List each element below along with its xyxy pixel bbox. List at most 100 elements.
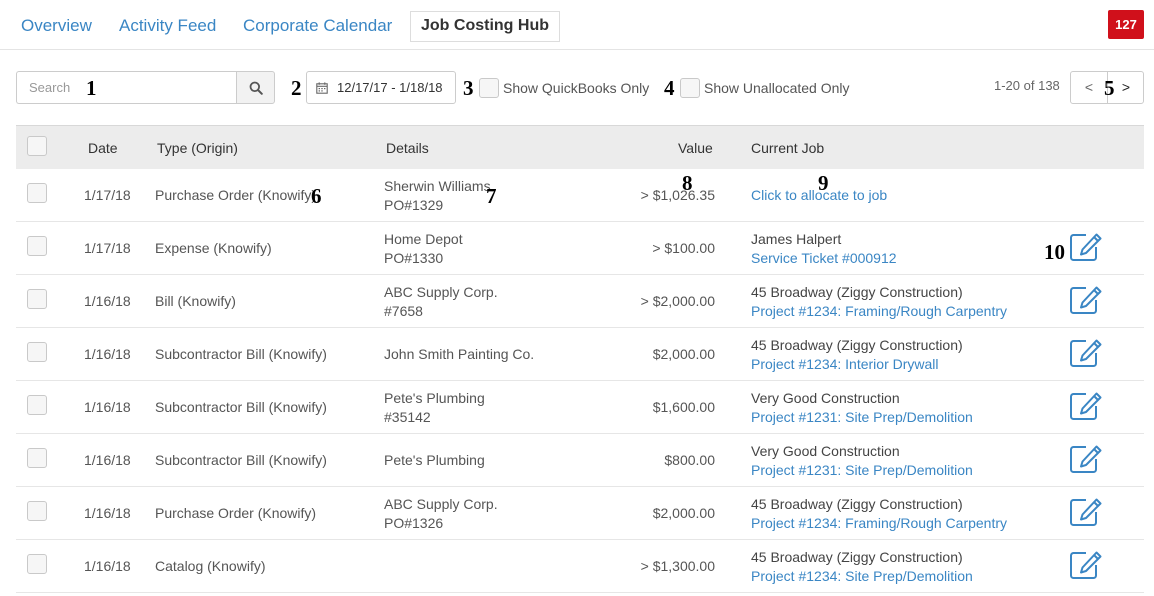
row-date: 1/17/18	[84, 240, 131, 256]
column-details[interactable]: Details	[386, 140, 429, 156]
row-details-name: Pete's Plumbing	[384, 452, 485, 468]
row-details-ref: #7658	[384, 303, 423, 319]
date-range-picker[interactable]: 12/17/17 - 1/18/18	[306, 71, 456, 104]
row-type: Subcontractor Bill (Knowify)	[155, 452, 327, 468]
row-type: Purchase Order (Knowify)	[155, 187, 317, 203]
unallocated-only-label: Show Unallocated Only	[704, 80, 850, 96]
row-details-ref: PO#1326	[384, 515, 444, 531]
marker: 9	[818, 171, 829, 195]
row-date: 1/16/18	[84, 558, 131, 574]
table-row[interactable]: 1/17/18 Expense (Knowify) Home Depot PO#133…	[16, 222, 1144, 275]
row-details-name: Pete's Plumbing	[384, 390, 485, 406]
row-value[interactable]: $2,000.00	[653, 505, 715, 521]
select-all-checkbox[interactable]	[27, 136, 47, 156]
row-type: Bill (Knowify)	[155, 293, 236, 309]
date-range-value: 12/17/17 - 1/18/18	[337, 80, 443, 95]
row-checkbox[interactable]	[27, 183, 47, 203]
row-checkbox[interactable]	[27, 501, 47, 521]
row-job-link[interactable]: Project #1234: Framing/Rough Carpentry	[751, 515, 1007, 531]
row-current-job: James Halpert	[751, 231, 842, 247]
row-value[interactable]: $800.00	[664, 452, 715, 468]
row-current-job: Very Good Construction	[751, 443, 900, 459]
row-current-job: Very Good Construction	[751, 390, 900, 406]
row-current-job: 45 Broadway (Ziggy Construction)	[751, 496, 963, 512]
row-type: Catalog (Knowify)	[155, 558, 266, 574]
quickbooks-only-checkbox[interactable]	[479, 78, 499, 98]
marker: 8	[682, 171, 693, 195]
edit-icon[interactable]	[1069, 497, 1103, 530]
column-date[interactable]: Date	[88, 140, 118, 156]
row-type: Purchase Order (Knowify)	[155, 505, 317, 521]
unallocated-only-checkbox[interactable]	[680, 78, 700, 98]
prev-page-button[interactable]: <	[1071, 72, 1107, 103]
row-value[interactable]: > $1,026.35	[641, 187, 715, 203]
row-checkbox[interactable]	[27, 554, 47, 574]
column-type[interactable]: Type (Origin)	[157, 140, 238, 156]
edit-icon[interactable]	[1069, 338, 1103, 371]
row-value[interactable]: $1,600.00	[653, 399, 715, 415]
marker: 5	[1104, 76, 1115, 100]
row-details-ref: PO#1329	[384, 197, 444, 213]
tab-activity-feed[interactable]: Activity Feed	[119, 16, 216, 36]
edit-icon[interactable]	[1069, 232, 1103, 265]
notification-badge[interactable]: 127	[1108, 10, 1144, 39]
search-icon	[249, 81, 263, 95]
quickbooks-only-label: Show QuickBooks Only	[503, 80, 650, 96]
row-value[interactable]: > $1,300.00	[641, 558, 715, 574]
row-date: 1/16/18	[84, 505, 131, 521]
row-checkbox[interactable]	[27, 342, 47, 362]
row-type: Expense (Knowify)	[155, 240, 272, 256]
row-date: 1/16/18	[84, 399, 131, 415]
row-details-name: Home Depot	[384, 231, 463, 247]
edit-icon[interactable]	[1069, 391, 1103, 424]
row-date: 1/17/18	[84, 187, 131, 203]
marker: 10	[1044, 240, 1065, 264]
search-input[interactable]	[16, 71, 236, 104]
row-checkbox[interactable]	[27, 448, 47, 468]
row-checkbox[interactable]	[27, 395, 47, 415]
row-checkbox[interactable]	[27, 236, 47, 256]
tab-corporate-calendar[interactable]: Corporate Calendar	[243, 16, 392, 36]
calendar-icon	[316, 81, 328, 94]
column-current-job[interactable]: Current Job	[751, 140, 824, 156]
marker: 6	[311, 184, 322, 208]
table-row[interactable]: 1/17/18 Purchase Order (Knowify) Sherwin W…	[16, 169, 1144, 222]
marker: 2	[291, 76, 302, 100]
row-job-link[interactable]: Service Ticket #000912	[751, 250, 897, 266]
row-details-name: ABC Supply Corp.	[384, 284, 498, 300]
row-current-job: 45 Broadway (Ziggy Construction)	[751, 337, 963, 353]
row-value[interactable]: $2,000.00	[653, 346, 715, 362]
marker: 4	[664, 76, 675, 100]
edit-icon[interactable]	[1069, 285, 1103, 318]
row-details-ref: PO#1330	[384, 250, 444, 266]
marker: 3	[463, 76, 474, 100]
row-type: Subcontractor Bill (Knowify)	[155, 346, 327, 362]
row-job-link[interactable]: Project #1234: Interior Drywall	[751, 356, 939, 372]
row-date: 1/16/18	[84, 452, 131, 468]
row-checkbox[interactable]	[27, 289, 47, 309]
edit-icon[interactable]	[1069, 444, 1103, 477]
table-row[interactable]: 1/16/18 Purchase Order (Knowify) ABC Suppl…	[16, 487, 1144, 540]
table-row[interactable]: 1/16/18 Subcontractor Bill (Knowify) Pete'…	[16, 381, 1144, 434]
tab-job-costing-hub[interactable]: Job Costing Hub	[410, 11, 560, 42]
table-row[interactable]: 1/16/18 Catalog (Knowify) > $1,300.00 45 Br…	[16, 540, 1144, 593]
tab-overview[interactable]: Overview	[21, 16, 92, 36]
row-details-name: John Smith Painting Co.	[384, 346, 535, 362]
row-job-link[interactable]: Project #1234: Framing/Rough Carpentry	[751, 303, 1007, 319]
row-value[interactable]: > $100.00	[652, 240, 715, 256]
table-header: Date Type (Origin) Details Value Current…	[16, 125, 1144, 169]
row-current-job: 45 Broadway (Ziggy Construction)	[751, 549, 963, 565]
marker: 7	[486, 184, 497, 208]
search-button[interactable]	[236, 71, 275, 104]
row-value[interactable]: > $2,000.00	[641, 293, 715, 309]
table-row[interactable]: 1/16/18 Subcontractor Bill (Knowify) John …	[16, 328, 1144, 381]
row-details-name: Sherwin Williams	[384, 178, 491, 194]
column-value[interactable]: Value	[678, 140, 713, 156]
row-job-link[interactable]: Project #1231: Site Prep/Demolition	[751, 409, 973, 425]
edit-icon[interactable]	[1069, 550, 1103, 583]
row-job-link[interactable]: Project #1231: Site Prep/Demolition	[751, 462, 973, 478]
table-row[interactable]: 1/16/18 Bill (Knowify) ABC Supply Corp. #76…	[16, 275, 1144, 328]
row-date: 1/16/18	[84, 293, 131, 309]
table-row[interactable]: 1/16/18 Subcontractor Bill (Knowify) Pete'…	[16, 434, 1144, 487]
row-job-link[interactable]: Project #1234: Site Prep/Demolition	[751, 568, 973, 584]
